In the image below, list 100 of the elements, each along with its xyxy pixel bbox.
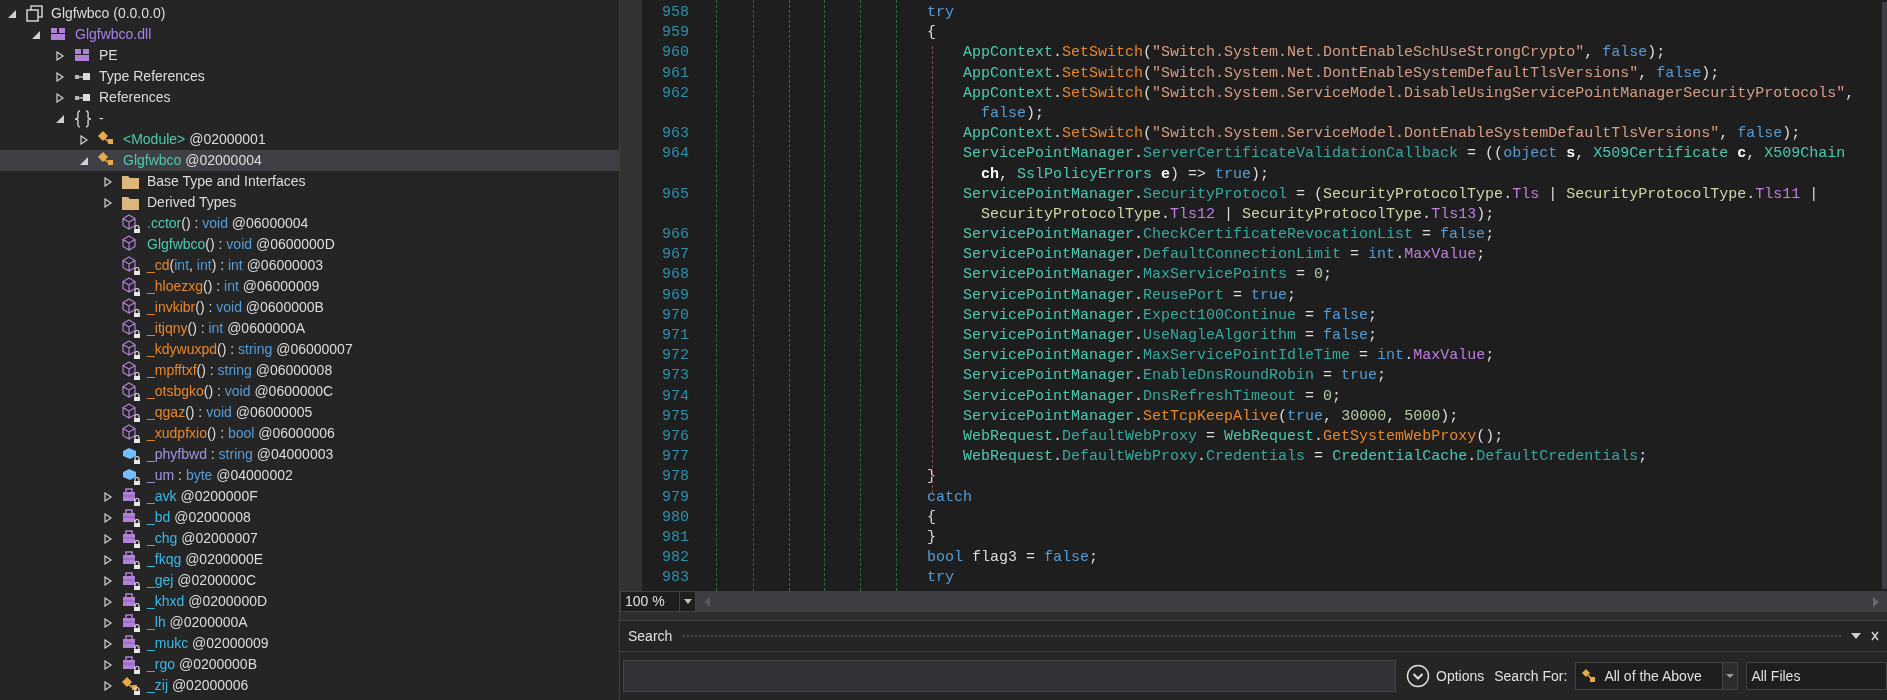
options-button[interactable]: Options xyxy=(1406,664,1485,688)
collapsed-triangle-icon[interactable] xyxy=(103,680,113,691)
tree-item[interactable]: Glgfwbco @02000004 xyxy=(0,150,619,171)
tree-item[interactable]: _gej @0200000C xyxy=(0,570,619,591)
tree-item-label: _um : byte @04000002 xyxy=(147,466,293,485)
tree-item[interactable]: _fkqg @0200000E xyxy=(0,549,619,570)
expanded-triangle-icon[interactable] xyxy=(31,29,41,40)
line-number: 968 xyxy=(661,265,689,286)
code-line: WebRequest.DefaultWebProxy = WebRequest.GetSystemWebProxy(); xyxy=(963,426,1504,447)
tree-item[interactable]: _rgo @0200000B xyxy=(0,654,619,675)
tree-item-label: _lh @0200000A xyxy=(147,613,248,632)
collapsed-triangle-icon[interactable] xyxy=(103,596,113,607)
tree-item[interactable]: _cd(int, int) : int @06000003 xyxy=(0,255,619,276)
braces-icon xyxy=(73,109,93,128)
tree-item[interactable]: _phyfbwd : string @04000003 xyxy=(0,444,619,465)
collapsed-triangle-icon[interactable] xyxy=(103,533,113,544)
line-number: 967 xyxy=(661,245,689,266)
tree-item-label: _kdywuxpd() : string @06000007 xyxy=(147,340,353,359)
tree-item[interactable]: _bd @02000008 xyxy=(0,507,619,528)
collapsed-triangle-icon[interactable] xyxy=(55,50,65,61)
line-number: 974 xyxy=(661,386,689,407)
expanded-triangle-icon[interactable] xyxy=(55,113,65,124)
line-number: 973 xyxy=(661,366,689,387)
expanded-triangle-icon[interactable] xyxy=(79,155,89,166)
code-line: ServicePointManager.DnsRefreshTimeout = 0; xyxy=(963,386,1342,407)
code-line: ch, SslPolicyErrors e) => true); xyxy=(981,164,1270,185)
collapsed-triangle-icon[interactable] xyxy=(79,134,89,145)
line-number: 972 xyxy=(661,346,689,367)
tree-item[interactable]: _itjqny() : int @0600000A xyxy=(0,318,619,339)
code-line: } xyxy=(927,467,936,488)
collapsed-triangle-icon[interactable] xyxy=(103,197,113,208)
tree-item[interactable]: _lh @0200000A xyxy=(0,612,619,633)
tree-item[interactable]: Glgfwbco.dll xyxy=(0,24,619,45)
tree-item-label: Glgfwbco.dll xyxy=(75,25,152,44)
tree-item[interactable]: References xyxy=(0,87,619,108)
line-number: 975 xyxy=(661,406,689,427)
vertical-scrollbar[interactable] xyxy=(1882,2,1887,589)
tree-item[interactable]: _avk @0200000F xyxy=(0,486,619,507)
line-number: 965 xyxy=(661,184,689,205)
code-line: try xyxy=(927,3,954,23)
panel-title: Search xyxy=(628,626,673,646)
line-number: 977 xyxy=(661,447,689,468)
collapsed-triangle-icon[interactable] xyxy=(103,638,113,649)
tree-item[interactable]: _um : byte @04000002 xyxy=(0,465,619,486)
collapsed-triangle-icon[interactable] xyxy=(103,617,113,628)
tree-item-label: _rgo @0200000B xyxy=(147,655,257,674)
tree-item[interactable]: PE xyxy=(0,45,619,66)
tree-item[interactable]: _invkibr() : void @0600000B xyxy=(0,297,619,318)
code-line: WebRequest.DefaultWebProxy.Credentials = CredentialCache.DefaultCredentials; xyxy=(963,447,1648,468)
collapsed-triangle-icon[interactable] xyxy=(103,512,113,523)
code-line: { xyxy=(927,507,936,528)
zoom-combobox[interactable]: 100 % xyxy=(620,591,696,612)
tree-item[interactable]: _kdywuxpd() : string @06000007 xyxy=(0,339,619,360)
tree-item[interactable]: _hloezxg() : int @06000009 xyxy=(0,276,619,297)
collapsed-triangle-icon[interactable] xyxy=(103,491,113,502)
tree-item-label: References xyxy=(99,88,171,107)
tree-item[interactable]: _zij @02000006 xyxy=(0,675,619,696)
tree-item[interactable]: Derived Types xyxy=(0,192,619,213)
tree-item-label: _invkibr() : void @0600000B xyxy=(147,298,324,317)
tree-item[interactable]: _xudpfxio() : bool @06000006 xyxy=(0,423,619,444)
tree-item-label: _mukc @02000009 xyxy=(147,634,269,653)
collapsed-triangle-icon[interactable] xyxy=(103,554,113,565)
tree-item[interactable]: _qgaz() : void @06000005 xyxy=(0,402,619,423)
tree-item-label: _hloezxg() : int @06000009 xyxy=(147,277,320,296)
search-for-label: Search For: xyxy=(1494,666,1568,686)
expanded-triangle-icon[interactable] xyxy=(7,8,17,19)
collapsed-triangle-icon[interactable] xyxy=(103,575,113,586)
tree-item[interactable]: .cctor() : void @06000004 xyxy=(0,213,619,234)
line-number: 980 xyxy=(661,507,689,528)
code-line: ServicePointManager.DefaultConnectionLimit = int.MaxValue; xyxy=(963,245,1486,266)
tree-item[interactable]: Type References xyxy=(0,66,619,87)
tree-item[interactable]: Glgfwbco() : void @0600000D xyxy=(0,234,619,255)
tree-item[interactable]: - xyxy=(0,108,619,129)
collapsed-triangle-icon[interactable] xyxy=(55,92,65,103)
line-number: 970 xyxy=(661,305,689,326)
tree-item-label: _avk @0200000F xyxy=(147,487,258,506)
search-for-combobox[interactable]: All of the Above xyxy=(1575,662,1739,690)
tree-item[interactable]: _mpfftxf() : string @06000008 xyxy=(0,360,619,381)
collapsed-triangle-icon[interactable] xyxy=(55,71,65,82)
tree-item[interactable]: Base Type and Interfaces xyxy=(0,171,619,192)
code-line: ServicePointManager.Expect100Continue = false; xyxy=(963,305,1378,326)
tree-item-label: _cd(int, int) : int @06000003 xyxy=(147,256,324,275)
code-line: AppContext.SetSwitch("Switch.System.ServiceModel.DisableUsingServicePointManagerSecurityProtocols", xyxy=(963,83,1855,104)
close-icon[interactable] xyxy=(1871,631,1879,641)
tree-item[interactable]: _khxd @0200000D xyxy=(0,591,619,612)
line-number: 959 xyxy=(661,23,689,44)
collapsed-triangle-icon[interactable] xyxy=(103,659,113,670)
tree-item[interactable]: _otsbgko() : void @0600000C xyxy=(0,381,619,402)
search-field[interactable] xyxy=(623,660,1396,692)
tree-item[interactable]: _mukc @02000009 xyxy=(0,633,619,654)
tree-item[interactable]: _chg @02000007 xyxy=(0,528,619,549)
scope-combobox[interactable]: All Files xyxy=(1746,662,1887,690)
tree-item[interactable]: Glgfwbco (0.0.0.0) xyxy=(0,3,619,24)
collapsed-triangle-icon[interactable] xyxy=(103,176,113,187)
line-number: 983 xyxy=(661,568,689,589)
tree-item[interactable]: <Module> @02000001 xyxy=(0,129,619,150)
code-line: ServicePointManager.ReusePort = true; xyxy=(963,285,1297,306)
tree-item-label: _bd @02000008 xyxy=(147,508,251,527)
dropdown-caret-icon[interactable] xyxy=(1851,633,1861,639)
code-line: AppContext.SetSwitch("Switch.System.Net.DontEnableSystemDefaultTlsVersions", false); xyxy=(963,63,1720,84)
